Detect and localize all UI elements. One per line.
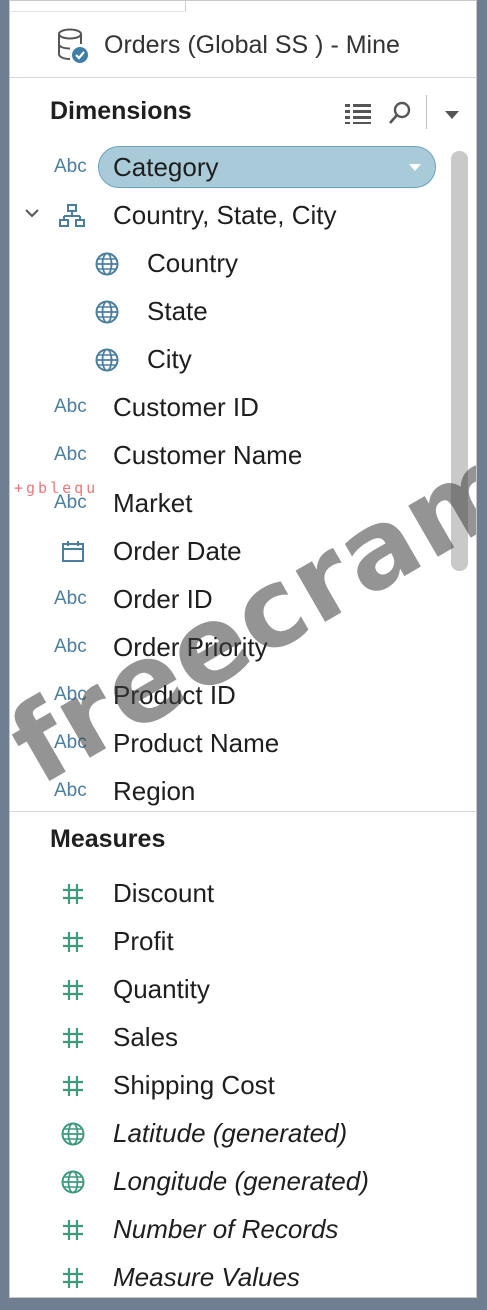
datasource-name: Orders (Global SS ) - Mine [104, 31, 400, 59]
measure-field-shipping-cost[interactable]: Shipping Cost [10, 1061, 450, 1109]
string-type-icon: Abc [54, 636, 87, 657]
number-hash-icon [60, 977, 86, 1003]
measure-field-longitude[interactable]: Longitude (generated) [10, 1157, 450, 1205]
number-hash-icon [60, 1073, 86, 1099]
field-menu-caret-icon[interactable] [409, 164, 421, 171]
string-type-icon: Abc [54, 780, 87, 801]
string-type-icon: Abc [54, 588, 87, 609]
field-label: Quantity [113, 974, 210, 1004]
field-label: Product ID [113, 680, 236, 710]
field-label: Latitude (generated) [113, 1118, 348, 1148]
measure-field-profit[interactable]: Profit [10, 917, 450, 965]
field-label: Region [113, 776, 196, 806]
field-label: Country [147, 248, 239, 278]
data-pane: Orders (Global SS ) - Mine Dimensions Ab… [9, 0, 477, 1298]
tool-separator [426, 95, 427, 129]
field-label: Order ID [113, 584, 213, 614]
number-hash-icon [60, 1265, 86, 1291]
field-label: Number of Records [113, 1214, 339, 1244]
dimension-field-country[interactable]: Country [10, 239, 450, 287]
dimension-field-order-id[interactable]: Abc Order ID [10, 575, 450, 623]
number-hash-icon [60, 1025, 86, 1051]
number-hash-icon [60, 929, 86, 955]
dimension-field-product-name[interactable]: Abc Product Name [10, 719, 450, 767]
dimension-hierarchy-country-state-city[interactable]: Country, State, City [10, 191, 450, 239]
dimension-field-customer-id[interactable]: Abc Customer ID [10, 383, 450, 431]
field-label: Longitude (generated) [113, 1166, 369, 1196]
string-type-icon: Abc [54, 684, 87, 705]
measure-field-quantity[interactable]: Quantity [10, 965, 450, 1013]
dimension-field-customer-name[interactable]: Abc Customer Name [10, 431, 450, 479]
dimension-field-product-id[interactable]: Abc Product ID [10, 671, 450, 719]
dimension-field-state[interactable]: State [10, 287, 450, 335]
search-icon[interactable] [388, 100, 414, 131]
globe-icon [94, 347, 120, 373]
field-label: City [147, 344, 192, 374]
field-label: Profit [113, 926, 174, 956]
field-label: Customer ID [113, 392, 259, 422]
field-label: Product Name [113, 728, 280, 758]
globe-icon [60, 1121, 86, 1147]
measure-field-number-of-records[interactable]: Number of Records [10, 1205, 450, 1253]
string-type-icon: Abc [54, 444, 87, 465]
number-hash-icon [60, 1217, 86, 1243]
dimension-field-order-date[interactable]: Order Date [10, 527, 450, 575]
field-label: Country, State, City [113, 200, 337, 230]
calendar-icon [60, 539, 86, 565]
field-label: Category [113, 152, 219, 182]
datasource-header[interactable]: Orders (Global SS ) - Mine [10, 11, 476, 78]
field-label: Discount [113, 878, 215, 908]
globe-icon [94, 251, 120, 277]
field-label: Market [113, 488, 193, 518]
dimensions-scrollbar[interactable] [451, 151, 468, 571]
chevron-down-icon[interactable] [24, 205, 50, 231]
field-label: State [147, 296, 208, 326]
field-label: Shipping Cost [113, 1070, 275, 1100]
field-label: Customer Name [113, 440, 303, 470]
measure-field-measure-values[interactable]: Measure Values [10, 1253, 450, 1297]
dimension-field-order-priority[interactable]: Abc Order Priority [10, 623, 450, 671]
dropdown-caret-icon[interactable] [444, 107, 460, 125]
field-label: Sales [113, 1022, 179, 1052]
field-label: Measure Values [113, 1262, 300, 1292]
field-label: Order Priority [113, 632, 268, 662]
dimension-field-city[interactable]: City [10, 335, 450, 383]
database-check-icon [56, 27, 90, 65]
dimensions-title: Dimensions [50, 97, 192, 125]
number-hash-icon [60, 881, 86, 907]
dimension-field-region[interactable]: Abc Region [10, 767, 450, 815]
globe-icon [94, 299, 120, 325]
hierarchy-icon [59, 203, 85, 229]
field-label: Order Date [113, 536, 242, 566]
section-divider [10, 811, 476, 812]
small-watermark: +gblequ [14, 479, 99, 497]
string-type-icon: Abc [54, 732, 87, 753]
measure-field-latitude[interactable]: Latitude (generated) [10, 1109, 450, 1157]
string-type-icon: Abc [54, 396, 87, 417]
measure-field-discount[interactable]: Discount [10, 869, 450, 917]
measures-title: Measures [50, 825, 166, 853]
list-view-icon[interactable] [344, 101, 372, 130]
globe-icon [60, 1169, 86, 1195]
dimension-field-category[interactable]: Abc Category [10, 143, 450, 191]
string-type-icon: Abc [54, 156, 87, 177]
measure-field-sales[interactable]: Sales [10, 1013, 450, 1061]
